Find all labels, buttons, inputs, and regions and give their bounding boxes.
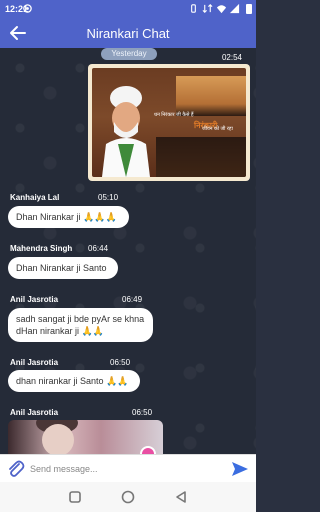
back-icon[interactable] <box>173 489 189 505</box>
message-bubble[interactable]: sadh sangat ji bde pyAr se khna dHan nir… <box>8 308 153 342</box>
message-text: sadh sangat ji bde pyAr se khna dHan nir… <box>16 314 145 336</box>
send-icon[interactable] <box>230 459 250 479</box>
message-input[interactable] <box>30 461 220 477</box>
signal-icon <box>229 3 240 14</box>
message-time: 02:54 <box>221 53 242 62</box>
message-time: 05:10 <box>98 193 119 202</box>
message-bubble[interactable]: Dhan Nirankar ji 🙏🙏🙏 <box>8 206 129 228</box>
sender-name: Anil Jasrotia <box>10 408 59 417</box>
attachment-icon[interactable] <box>6 459 26 479</box>
message-bubble[interactable]: Dhan Nirankar ji Santo <box>8 257 118 279</box>
message-time: 06:50 <box>132 408 153 417</box>
message-text: Dhan Nirankar ji Santo <box>16 263 107 273</box>
page-title: Nirankari Chat <box>86 26 170 41</box>
image-content <box>42 424 74 454</box>
vibrate-icon <box>191 4 196 13</box>
message-text: dhan nirankar ji Santo <box>16 376 104 386</box>
battery-icon <box>246 4 252 14</box>
sender-name: Kanhaiya Lal <box>10 193 60 202</box>
message-time: 06:49 <box>122 295 143 304</box>
message-text: Dhan Nirankar ji <box>16 212 81 222</box>
message-input-bar <box>0 454 256 482</box>
image-background <box>176 76 246 116</box>
image-caption-after: जीवन को जी रहा <box>202 126 233 132</box>
image-strip <box>156 137 246 177</box>
app-bar: Nirankari Chat <box>0 18 256 48</box>
person-photo <box>102 86 150 177</box>
message-emoji: 🙏🙏🙏 <box>83 212 117 222</box>
notification-icon <box>23 4 32 13</box>
image-message[interactable]: धन निरंकार जी कैसे हैं निरंकारी जीवन को … <box>88 64 250 181</box>
home-icon[interactable] <box>120 489 136 505</box>
wifi-icon <box>216 5 227 14</box>
status-bar: 12:21 <box>0 0 256 18</box>
sender-name: Mahendra Singh <box>10 244 73 253</box>
sender-name: Anil Jasrotia <box>10 295 59 304</box>
message-emoji: 🙏🙏 <box>81 326 104 336</box>
message-time: 06:50 <box>110 358 131 367</box>
shared-image[interactable]: धन निरंकार जी कैसे हैं निरंकारी जीवन को … <box>92 68 246 177</box>
image-caption-small: धन निरंकार जी कैसे हैं <box>154 112 194 118</box>
recents-icon[interactable] <box>67 489 83 505</box>
sender-name: Anil Jasrotia <box>10 358 59 367</box>
message-emoji: 🙏🙏 <box>106 376 129 386</box>
message-bubble[interactable]: dhan nirankar ji Santo 🙏🙏 <box>8 370 140 392</box>
system-nav-bar <box>0 482 256 512</box>
shared-image[interactable] <box>8 420 163 454</box>
message-time: 06:44 <box>88 244 109 253</box>
date-separator: Yesterday <box>101 48 157 60</box>
data-icon <box>202 4 213 13</box>
chat-area[interactable]: Yesterday 02:54 धन निरंकार जी कैसे हैं न… <box>0 48 256 454</box>
